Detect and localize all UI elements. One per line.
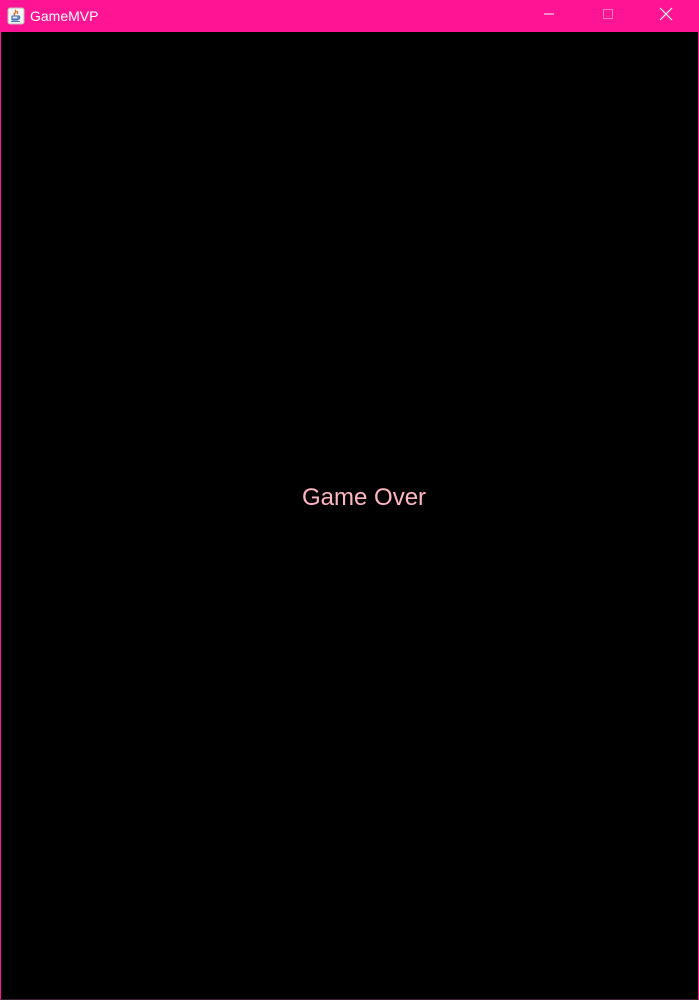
close-button[interactable] <box>643 0 689 32</box>
minimize-icon <box>543 7 555 25</box>
java-app-icon[interactable] <box>7 7 25 25</box>
minimize-button[interactable] <box>526 0 572 32</box>
game-canvas[interactable]: Game Over <box>1 32 698 999</box>
game-over-message: Game Over <box>302 484 427 511</box>
maximize-button[interactable] <box>585 0 631 32</box>
maximize-icon <box>602 7 614 25</box>
window-title: GameMVP <box>30 8 99 24</box>
close-icon <box>659 7 673 26</box>
app-window: GameMVP Game Over <box>0 0 699 1000</box>
title-bar[interactable]: GameMVP <box>1 0 698 32</box>
